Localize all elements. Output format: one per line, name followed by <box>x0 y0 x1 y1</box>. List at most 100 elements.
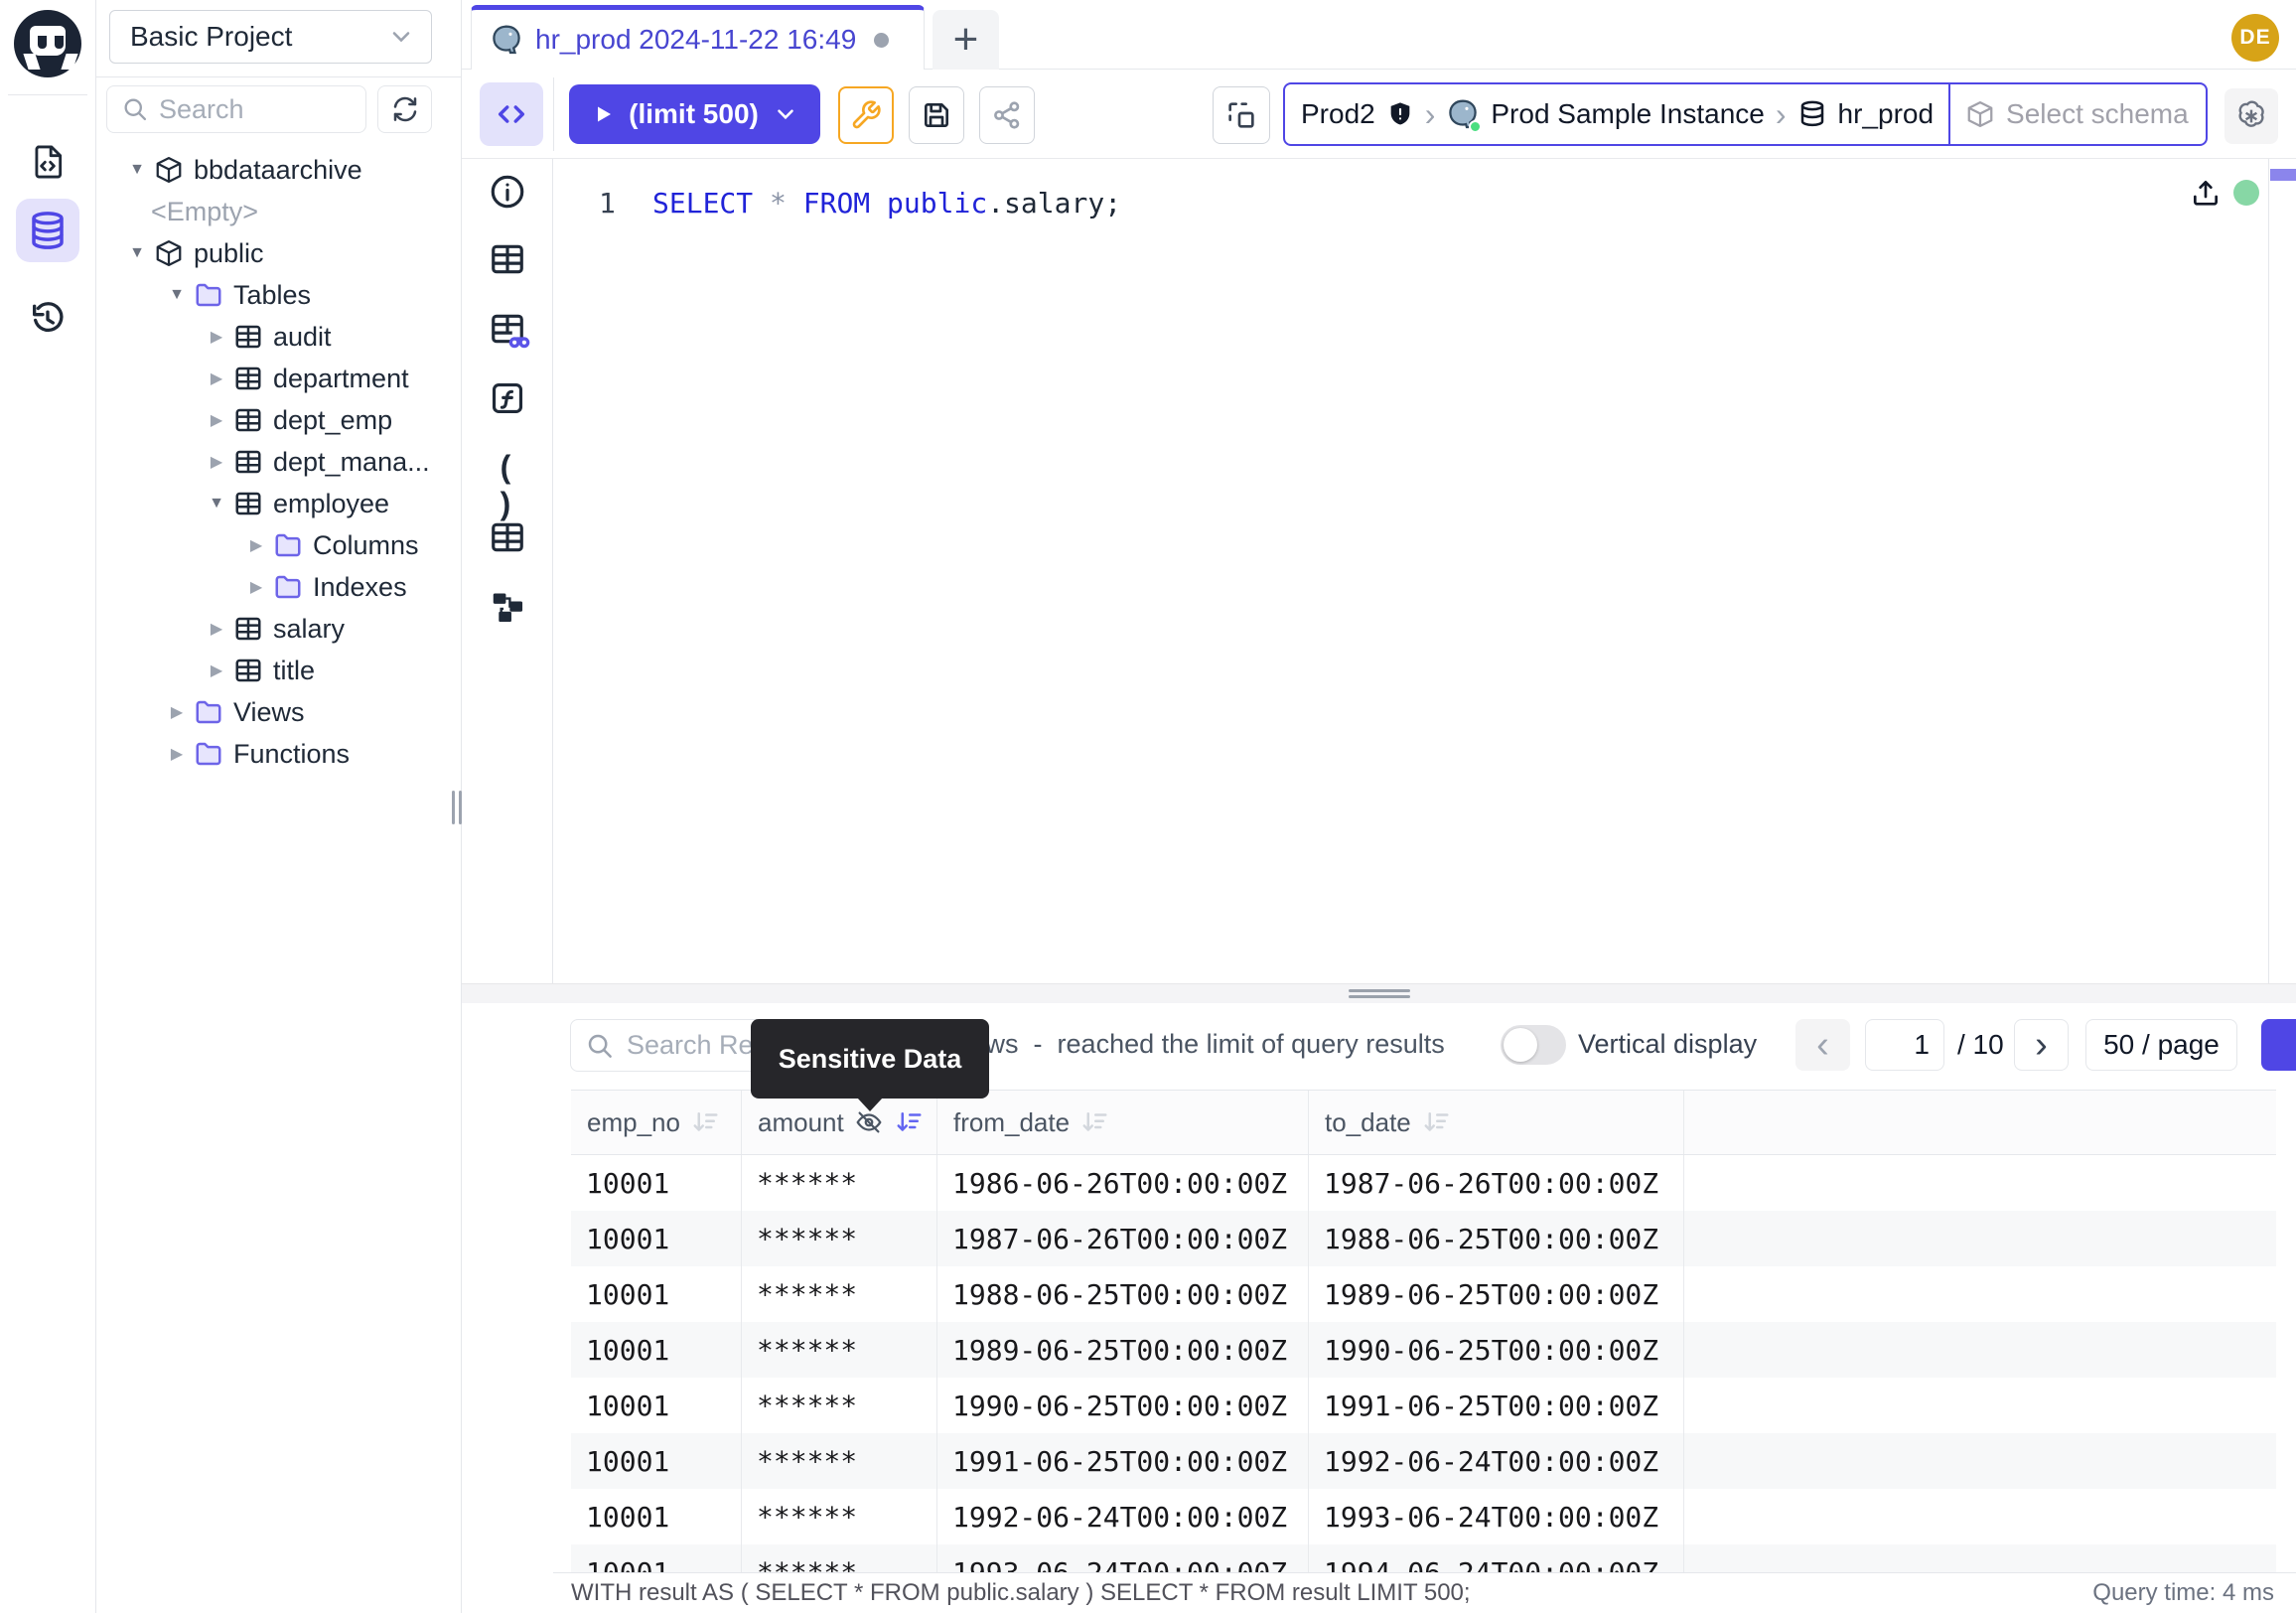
chevron-down-icon[interactable] <box>773 101 798 127</box>
expand-arrow-right[interactable]: ▶ <box>243 535 269 555</box>
bytebase-logo[interactable] <box>14 10 81 77</box>
tree-item-tables[interactable]: ▼Tables <box>96 274 462 316</box>
new-tab-button[interactable]: + <box>933 10 999 70</box>
column-name: amount <box>758 1107 844 1138</box>
ai-assistant-button[interactable] <box>2224 88 2278 144</box>
expand-arrow-right[interactable]: ▶ <box>204 619 229 639</box>
expand-arrow-right[interactable]: ▶ <box>204 452 229 472</box>
column-header-emp_no[interactable]: emp_no <box>571 1091 742 1154</box>
select-schema[interactable]: Select schema <box>2006 98 2189 130</box>
tree-item-dept-mana-[interactable]: ▶ dept_mana... <box>96 441 462 483</box>
expand-arrow-right[interactable]: ▶ <box>204 410 229 430</box>
play-icon <box>591 102 615 126</box>
schema-diagram-icon[interactable] <box>489 588 526 626</box>
table-icon <box>233 656 263 685</box>
expand-arrow-right[interactable]: ▶ <box>204 327 229 347</box>
column-header-from_date[interactable]: from_date <box>937 1091 1309 1154</box>
table-row[interactable]: 10001******1988-06-25T00:00:00Z1989-06-2… <box>571 1266 2276 1322</box>
expand-arrow-down[interactable]: ▼ <box>204 495 229 513</box>
tree-item-department[interactable]: ▶department <box>96 358 462 399</box>
expand-arrow-right[interactable]: ▶ <box>164 702 190 722</box>
table-cell: 1992-06-24T00:00:00Z <box>937 1489 1309 1544</box>
history-nav-button[interactable] <box>16 286 79 350</box>
project-selector[interactable]: Basic Project <box>109 10 432 64</box>
clipped-action-button[interactable] <box>2261 1019 2296 1071</box>
refresh-schema-button[interactable] <box>377 85 432 133</box>
table-row[interactable]: 10001******1987-06-26T00:00:00Z1988-06-2… <box>571 1211 2276 1266</box>
tree-item--empty-[interactable]: <Empty> <box>96 191 462 232</box>
column-header-amount[interactable]: amount <box>742 1091 937 1154</box>
expand-arrow-right[interactable]: ▶ <box>204 368 229 388</box>
worksheet-nav-button[interactable] <box>16 130 79 194</box>
next-page-button[interactable]: › <box>2014 1019 2069 1071</box>
code-mode-button[interactable] <box>480 82 543 146</box>
admin-wrench-button[interactable] <box>838 86 894 144</box>
expand-arrow-down[interactable]: ▼ <box>124 161 150 179</box>
sql-editor[interactable]: ( ) 1 SELECT * FROM public.salary; <box>462 159 2296 983</box>
eye-off-icon[interactable] <box>854 1107 884 1137</box>
tree-item-columns[interactable]: ▶Columns <box>96 524 462 566</box>
panel-resize-gutter[interactable] <box>462 983 2296 1003</box>
sort-icon[interactable] <box>894 1107 924 1137</box>
table-icon[interactable] <box>489 518 526 556</box>
minimap-scroll-indicator[interactable] <box>2270 169 2296 181</box>
tree-item-bbdataarchive[interactable]: ▼bbdataarchive <box>96 149 462 191</box>
expand-arrow-down[interactable]: ▼ <box>124 244 150 262</box>
tree-item-views[interactable]: ▶Views <box>96 691 462 733</box>
tree-item-employee[interactable]: ▼employee <box>96 483 462 524</box>
table-cell: ****** <box>742 1489 937 1544</box>
tree-item-label: dept_emp <box>273 405 392 436</box>
tree-item-salary[interactable]: ▶salary <box>96 608 462 650</box>
save-icon <box>921 99 952 131</box>
parentheses-icon[interactable]: ( ) <box>489 449 526 487</box>
column-name: from_date <box>953 1107 1070 1138</box>
table-row[interactable]: 10001******1986-06-26T00:00:00Z1987-06-2… <box>571 1155 2276 1211</box>
expand-arrow-right[interactable]: ▶ <box>243 577 269 597</box>
sidebar-search-input[interactable]: Search <box>106 85 366 133</box>
sql-code[interactable]: SELECT * FROM public.salary; <box>652 187 1121 220</box>
tree-item-dept-emp[interactable]: ▶ dept_emp <box>96 399 462 441</box>
tree-item-label: dept_mana... <box>273 447 430 478</box>
run-query-button[interactable]: (limit 500) <box>569 84 820 144</box>
database-nav-button[interactable] <box>16 199 79 262</box>
tree-item-functions[interactable]: ▶Functions <box>96 733 462 775</box>
column-header-to_date[interactable]: to_date <box>1309 1091 1684 1154</box>
postgres-instance-icon <box>1446 97 1480 131</box>
table-cell <box>1684 1155 2276 1211</box>
batch-query-button[interactable] <box>1213 86 1270 144</box>
table-row[interactable]: 10001******1991-06-25T00:00:00Z1992-06-2… <box>571 1433 2276 1489</box>
table-icon[interactable] <box>489 240 526 278</box>
expand-arrow-down[interactable]: ▼ <box>164 286 190 304</box>
sort-icon[interactable] <box>1079 1107 1109 1137</box>
connection-breadcrumb[interactable]: Prod2 › Prod Sample Instance › hr_prod S… <box>1283 82 2208 146</box>
share-button[interactable] <box>979 86 1035 144</box>
function-icon[interactable] <box>489 379 526 417</box>
tree-item-audit[interactable]: ▶audit <box>96 316 462 358</box>
save-button[interactable] <box>909 86 964 144</box>
table-row[interactable]: 10001******1992-06-24T00:00:00Z1993-06-2… <box>571 1489 2276 1544</box>
avatar[interactable]: DE <box>2231 14 2279 62</box>
tree-item-public[interactable]: ▼public <box>96 232 462 274</box>
vertical-display-label: Vertical display <box>1578 1029 1757 1060</box>
table-cell: ****** <box>742 1378 937 1433</box>
table-row[interactable]: 10001******1990-06-25T00:00:00Z1991-06-2… <box>571 1378 2276 1433</box>
masked-table-icon[interactable] <box>489 310 526 348</box>
table-row[interactable]: 10001******1989-06-25T00:00:00Z1990-06-2… <box>571 1322 2276 1378</box>
upload-icon[interactable] <box>2190 177 2222 209</box>
tree-item-title[interactable]: ▶title <box>96 650 462 691</box>
tab-hr-prod[interactable]: hr_prod 2024-11-22 16:49 <box>471 5 925 70</box>
history-icon <box>28 298 68 338</box>
expand-arrow-right[interactable]: ▶ <box>204 660 229 680</box>
info-icon[interactable] <box>489 173 526 211</box>
app-icon-rail <box>0 0 96 1613</box>
expand-arrow-right[interactable]: ▶ <box>164 744 190 764</box>
table-cell: 1990-06-25T00:00:00Z <box>1309 1322 1684 1378</box>
prev-page-button[interactable]: ‹ <box>1795 1019 1850 1071</box>
sort-icon[interactable] <box>1421 1107 1451 1137</box>
tree-item-indexes[interactable]: ▶Indexes <box>96 566 462 608</box>
page-number-input[interactable]: 1 <box>1865 1019 1944 1071</box>
vertical-display-toggle[interactable] <box>1501 1025 1566 1065</box>
page-size-select[interactable]: 50 / page <box>2085 1019 2237 1071</box>
sort-icon[interactable] <box>690 1107 720 1137</box>
table-row[interactable]: 10001******1993-06-24T00:00:00Z1994-06-2… <box>571 1544 2276 1572</box>
